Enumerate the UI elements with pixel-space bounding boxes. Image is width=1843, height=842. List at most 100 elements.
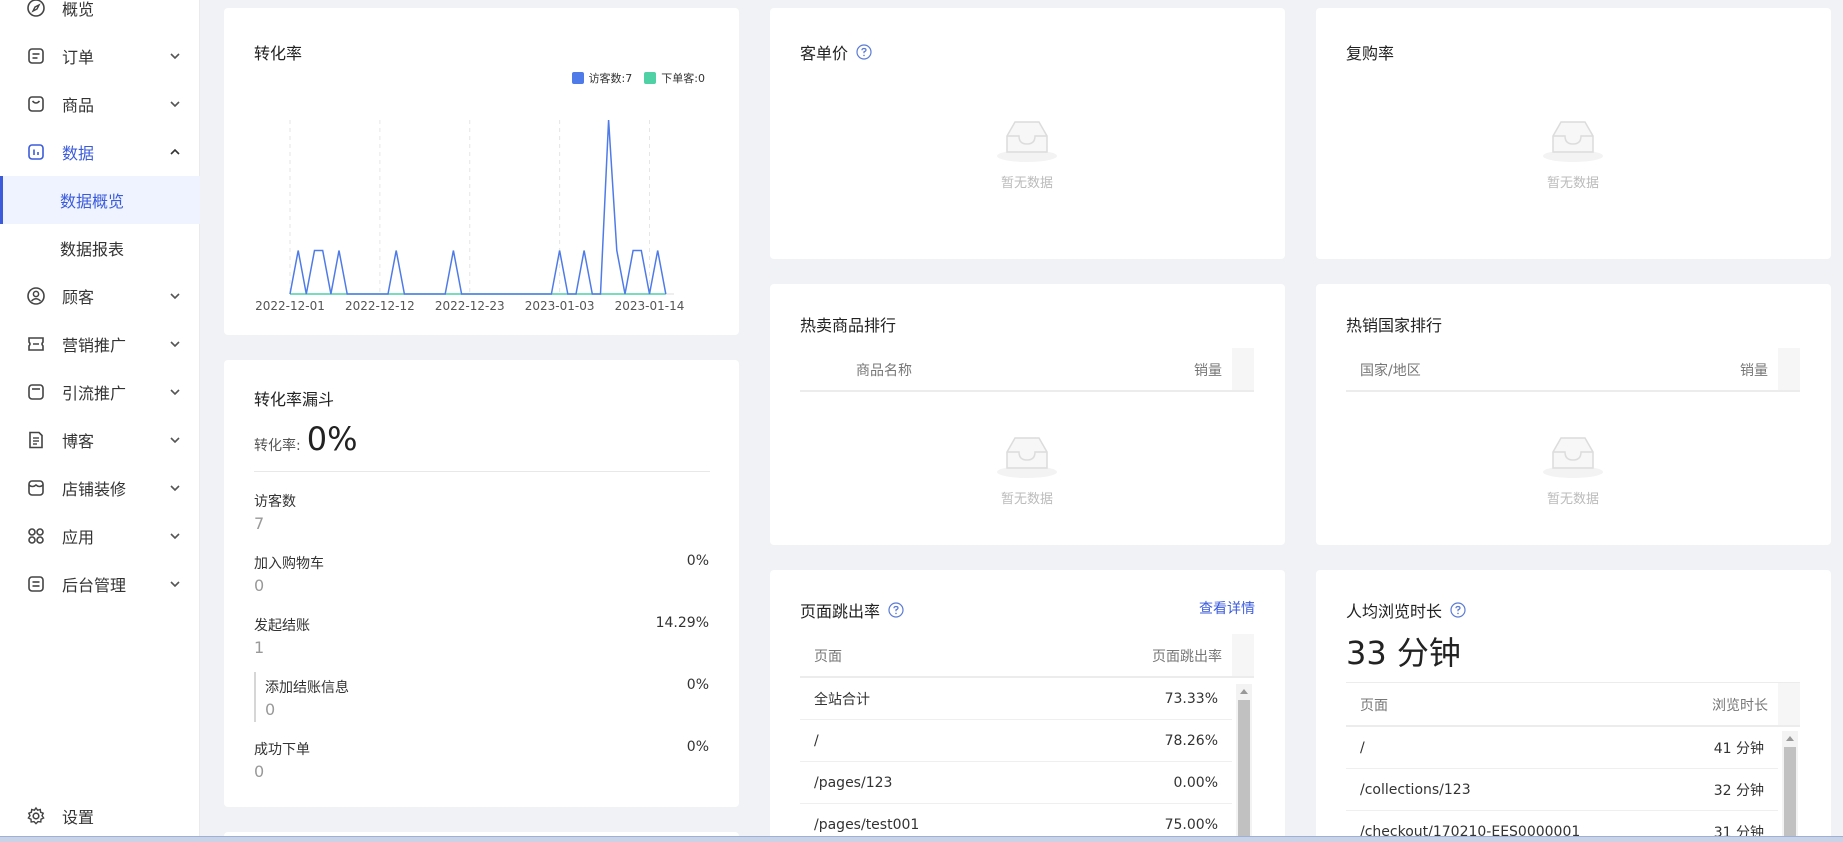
traffic-icon [26,382,46,402]
x-tick-label: 2023-01-03 [525,299,595,313]
funnel-step-label: 发起结账 [254,618,310,634]
help-icon[interactable] [888,602,904,618]
column-header[interactable]: 浏览时长 [1712,695,1768,715]
chevron-down-icon [170,53,180,60]
sidebar-item-label: 概览 [62,0,95,19]
chevron-down-icon [170,341,180,348]
empty-state: 暂无数据 [1503,118,1643,191]
card-title-text: 人均浏览时长 [1346,602,1443,621]
sidebar-item-label: 数据 [62,144,95,163]
row-value: 0.00% [1173,774,1218,791]
help-icon[interactable] [1450,602,1466,618]
empty-inbox-icon [997,121,1057,162]
empty-text: 暂无数据 [1546,176,1599,191]
row-page: /collections/123 [1360,781,1471,798]
column-header[interactable]: 销量 [1740,360,1768,380]
row-page: / [814,732,819,749]
card-title-text: 转化率漏斗 [254,390,335,409]
sidebar-item-apps[interactable]: 应用 [0,512,200,560]
funnel-step-label: 添加结账信息 [265,680,349,696]
repurchase-card: 复购率 暂无数据 [1316,8,1831,259]
table-row[interactable]: / 78.26% [800,720,1232,762]
sidebar-item-label: 商品 [62,96,95,115]
chevron-down-icon [170,437,180,444]
card-title: 热卖商品排行 [800,312,896,336]
sidebar-item-admin[interactable]: 后台管理 [0,560,200,608]
funnel-step-value: 0 [265,700,276,719]
funnel-rate: 转化率: 0% [254,420,357,458]
sidebar-item-orders[interactable]: 订单 [0,32,200,80]
sidebar-item-overview[interactable]: 概览 [0,0,200,32]
card-title: 人均浏览时长 [1346,598,1466,622]
sidebar-item-settings[interactable]: 设置 [0,792,200,840]
funnel-step-value: 1 [254,638,265,657]
row-page: /pages/test001 [814,816,920,833]
card-title-text: 热销国家排行 [1346,316,1443,335]
scroll-up-arrow-icon[interactable] [1784,733,1796,743]
user-icon [26,286,46,306]
sidebar-item-label: 营销推广 [62,336,127,355]
card-title: 热销国家排行 [1346,312,1442,336]
scrollbar-thumb[interactable] [1784,747,1796,842]
funnel-rate-value: 0% [306,420,358,458]
sidebar-item-data[interactable]: 数据 [0,128,200,176]
gear-icon [26,806,46,826]
table-row[interactable]: 全站合计 73.33% [800,678,1232,720]
table-header: 商品名称 销量 [800,348,1240,392]
sidebar-item-products[interactable]: 商品 [0,80,200,128]
x-tick-label: 2022-12-12 [345,299,415,313]
table-row[interactable]: /pages/123 0.00% [800,762,1232,804]
column-header[interactable]: 销量 [1194,360,1222,380]
admin-icon [26,574,46,594]
scroll-gutter [1778,348,1800,392]
empty-text: 暂无数据 [1546,492,1599,507]
row-value: 78.26% [1164,732,1218,749]
funnel-step-value: 0 [254,762,265,781]
sidebar-subitem-data-overview[interactable]: 数据概览 [0,176,200,224]
sidebar-item-label: 设置 [62,808,95,827]
sidebar-item-traffic[interactable]: 引流推广 [0,368,200,416]
scrollbar-thumb[interactable] [1238,700,1250,842]
card-title: 客单价 [800,40,872,64]
funnel-step-value: 7 [254,514,265,533]
column-header[interactable]: 页面 [814,646,842,666]
sidebar-item-label: 博客 [62,432,95,451]
column-header[interactable]: 商品名称 [856,360,912,380]
promo-icon [26,334,46,354]
funnel-step-pct: 0% [686,739,709,755]
column-header[interactable]: 页面跳出率 [1152,646,1222,666]
view-details-link[interactable]: 查看详情 [1199,598,1255,618]
column-header[interactable]: 国家/地区 [1360,360,1421,380]
sidebar-item-customers[interactable]: 顾客 [0,272,200,320]
row-page: 全站合计 [814,691,870,708]
sidebar-item-marketing[interactable]: 营销推广 [0,320,200,368]
card-title: 复购率 [1346,40,1394,64]
chevron-down-icon [170,101,180,108]
funnel-step-value: 0 [254,576,265,595]
sidebar-subitem-label: 数据概览 [60,192,125,211]
table-row[interactable]: /collections/123 32 分钟 [1346,769,1778,811]
card-title-text: 热卖商品排行 [800,316,897,335]
scroll-gutter [1778,683,1800,727]
sidebar-item-store-design[interactable]: 店铺装修 [0,464,200,512]
scroll-up-arrow-icon[interactable] [1238,686,1250,696]
series-line [289,119,667,295]
blog-icon [26,430,46,450]
help-icon[interactable] [856,44,872,60]
scroll-gutter [1232,348,1254,392]
table-header: 国家/地区 销量 [1346,348,1786,392]
hot-countries-card: 热销国家排行 国家/地区 销量 暂无数据 [1316,284,1831,545]
column-header[interactable]: 页面 [1360,695,1388,715]
sidebar-item-blog[interactable]: 博客 [0,416,200,464]
bottom-scrollbar[interactable] [0,836,1843,842]
empty-state: 暂无数据 [957,118,1097,191]
table-row[interactable]: / 41 分钟 [1346,727,1778,769]
card-title: 转化率漏斗 [254,386,334,410]
x-tick-label: 2022-12-01 [255,299,325,313]
chart-icon [26,142,46,162]
table-header: 页面 浏览时长 [1346,683,1786,727]
sidebar-item-label: 顾客 [62,288,95,307]
sidebar-item-label: 店铺装修 [62,480,127,499]
sidebar-subitem-data-reports[interactable]: 数据报表 [0,224,200,272]
table-header: 页面 页面跳出率 [800,634,1240,678]
